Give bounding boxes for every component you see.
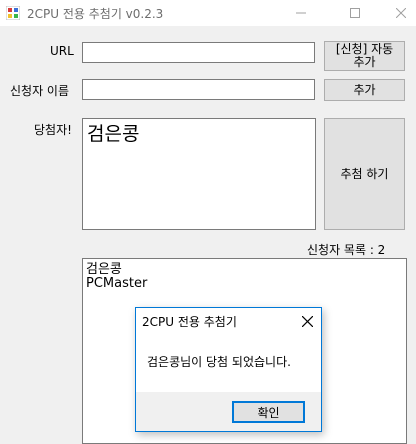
applicant-name-input[interactable] (82, 79, 315, 100)
ok-button[interactable]: 확인 (232, 401, 305, 423)
maximize-button[interactable] (332, 0, 378, 26)
winner-name: 검은콩 (87, 123, 140, 145)
winner-dialog: 2CPU 전용 추첨기 검은콩님이 당첨 되었습니다. 확인 (135, 307, 322, 432)
add-button[interactable]: 추가 (324, 79, 405, 101)
maximize-icon (350, 8, 360, 18)
list-item[interactable]: 검은콩 (86, 263, 122, 277)
title-bar: 2CPU 전용 추첨기 v0.2.3 (0, 0, 416, 26)
applicant-name-label: 신청자 이름 (10, 84, 70, 98)
auto-add-label-line2: 추가 (353, 55, 376, 69)
winner-label: 당첨자! (34, 123, 72, 137)
dialog-body: 검은콩님이 당첨 되었습니다. (136, 334, 321, 392)
draw-button[interactable]: 추첨 하기 (324, 118, 405, 230)
close-icon (396, 8, 406, 18)
dialog-close-button[interactable] (293, 308, 321, 334)
dialog-message: 검은콩님이 당첨 되었습니다. (147, 355, 291, 369)
minimize-button[interactable] (278, 0, 324, 26)
app-icon (6, 6, 20, 20)
winner-display: 검은콩 (82, 118, 316, 230)
window-title: 2CPU 전용 추첨기 v0.2.3 (27, 7, 164, 21)
dialog-title: 2CPU 전용 추첨기 (142, 315, 237, 329)
dialog-title-bar: 2CPU 전용 추첨기 (136, 308, 321, 334)
list-item[interactable]: PCMaster (86, 277, 147, 291)
url-input[interactable] (82, 42, 315, 63)
minimize-icon (296, 12, 306, 14)
close-button[interactable] (378, 0, 416, 26)
applicant-count: 신청자 목록 : 2 (307, 243, 386, 257)
close-icon (301, 315, 313, 327)
url-label: URL (50, 44, 74, 58)
auto-add-button[interactable]: [신청] 자동 추가 (324, 41, 405, 71)
